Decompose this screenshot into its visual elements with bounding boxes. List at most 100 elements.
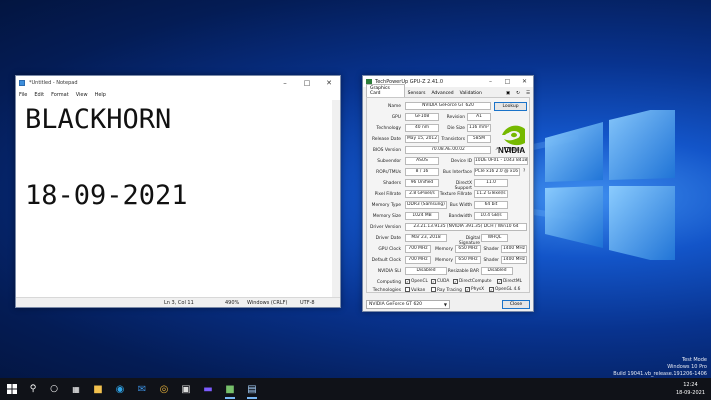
notepad-text-area[interactable]: BLACKHORN 18-09-2021: [16, 100, 332, 297]
clock-date: 18-09-2021: [675, 390, 705, 396]
default-memory-label: Memory: [435, 258, 453, 263]
cuda-checkbox[interactable]: ✓ CUDA: [431, 279, 449, 284]
tab-graphics-card[interactable]: Graphics Card: [366, 84, 405, 97]
opencl-checkbox[interactable]: ✓ OpenCL: [405, 279, 428, 284]
memory-size-value: 1024 MB: [405, 212, 439, 220]
shader-clock-label: Shader: [483, 247, 499, 252]
bus-interface-label: Bus Interface: [442, 170, 472, 175]
menu-edit[interactable]: Edit: [34, 92, 44, 98]
maximize-button[interactable]: □: [499, 78, 516, 85]
lookup-button[interactable]: Lookup: [494, 102, 527, 111]
revision-label: Revision: [446, 115, 465, 120]
check-icon: ✓: [431, 279, 436, 284]
bus-interface-value: PCIe x16 2.0 @ x16 2.0: [474, 168, 520, 176]
store-icon[interactable]: ▣: [179, 382, 193, 396]
vertical-scrollbar[interactable]: [332, 100, 340, 297]
die-size-label: Die Size: [447, 126, 465, 131]
notepad-menubar: File Edit Format View Help: [16, 90, 340, 100]
opengl-label: OpenGL 4.6: [495, 287, 521, 292]
default-clock-label: Default Clock: [371, 258, 401, 263]
mail-icon[interactable]: ✉: [135, 382, 149, 396]
file-explorer-icon[interactable]: ■: [91, 382, 105, 396]
menu-icon[interactable]: ☰: [523, 90, 533, 97]
transistors-value: 585M: [467, 135, 491, 143]
notepad-taskbar-icon[interactable]: ▤: [245, 382, 259, 399]
texture-fillrate-label: Texture Fillrate: [439, 192, 472, 197]
taskbar: ⚲ ○ ▦ ■ ◉ ✉ ◎ ▣ ▬ ■ ▤ 12:24 18-09-2021: [0, 378, 711, 400]
driver-date-label: Driver Date: [375, 236, 401, 241]
revision-value: A1: [467, 113, 491, 121]
menu-format[interactable]: Format: [51, 92, 69, 98]
minimize-button[interactable]: –: [274, 79, 296, 87]
chrome-icon[interactable]: ◎: [157, 382, 171, 396]
clock[interactable]: 12:24 18-09-2021: [676, 381, 705, 397]
chevron-down-icon: ▼: [443, 302, 447, 307]
app-icon[interactable]: ▬: [201, 382, 215, 396]
gpuz-window[interactable]: TechPowerUp GPU-Z 2.41.0 – □ ✕ Graphics …: [362, 75, 534, 312]
notepad-title: *Untitled - Notepad: [29, 80, 78, 86]
physx-checkbox[interactable]: ✓ PhysX: [465, 287, 484, 292]
memory-type-value: DDR3 (Samsung): [405, 201, 447, 209]
shader-clock-value: 1400 MHz: [501, 245, 527, 253]
notepad-icon: [19, 80, 25, 86]
close-button[interactable]: ✕: [516, 78, 533, 85]
default-shader-value: 1400 MHz: [501, 256, 527, 264]
menu-view[interactable]: View: [76, 92, 88, 98]
maximize-button[interactable]: □: [296, 79, 318, 87]
bus-help-icon[interactable]: ?: [523, 169, 525, 174]
device-id-label: Device ID: [450, 159, 472, 164]
opengl-checkbox[interactable]: ✓ OpenGL 4.6: [489, 287, 520, 292]
shaders-value: 96 Unified: [405, 179, 439, 187]
nvidia-logo: NVIDIA: [498, 125, 525, 155]
gpu-label: GPU: [391, 115, 401, 120]
notepad-window[interactable]: *Untitled - Notepad – □ ✕ File Edit Form…: [15, 75, 341, 308]
vulkan-label: Vulkan: [411, 288, 426, 293]
pixel-fillrate-label: Pixel Fillrate: [374, 192, 401, 197]
widgets-icon[interactable]: ▦: [69, 382, 83, 396]
menu-help[interactable]: Help: [95, 92, 106, 98]
search-icon[interactable]: ⚲: [26, 382, 40, 396]
watermark-line: Build 19041.vb_release.191206-1406: [613, 371, 707, 377]
camera-icon[interactable]: ▣: [503, 90, 513, 97]
gpuz-taskbar-icon[interactable]: ■: [223, 382, 237, 399]
pixel-fillrate-value: 2.8 GPixel/s: [405, 190, 439, 198]
opencl-label: OpenCL: [411, 279, 428, 284]
edge-icon[interactable]: ◉: [113, 382, 127, 396]
rops-tmus-label: ROPs/TMUs: [376, 170, 401, 175]
close-button[interactable]: ✕: [318, 79, 340, 87]
directcompute-checkbox[interactable]: ✓ DirectCompute: [453, 279, 491, 284]
check-icon: ✓: [497, 279, 502, 284]
checkbox-icon: [405, 287, 410, 292]
card-select-value: NVIDIA GeForce GT 620: [369, 302, 423, 307]
ray-tracing-checkbox[interactable]: Ray Tracing: [431, 287, 462, 293]
start-button[interactable]: [5, 382, 19, 396]
checkbox-icon: [431, 287, 436, 292]
card-select[interactable]: NVIDIA GeForce GT 620 ▼: [366, 300, 450, 309]
close-dialog-button[interactable]: Close: [502, 300, 530, 309]
vulkan-checkbox[interactable]: Vulkan: [405, 287, 425, 293]
status-position: Ln 3, Col 11: [164, 300, 194, 306]
release-date-value: May 15, 2012: [405, 135, 439, 143]
tab-sensors[interactable]: Sensors: [405, 90, 429, 97]
gpu-clock-label: GPU Clock: [378, 247, 401, 252]
check-icon: ✓: [465, 287, 470, 292]
subvendor-value: ASUS: [405, 157, 439, 165]
driver-date-value: Mar 23, 2018: [405, 234, 447, 242]
name-value: NVIDIA GeForce GT 620: [405, 102, 491, 110]
refresh-icon[interactable]: ↻: [513, 90, 523, 97]
tab-validation[interactable]: Validation: [457, 90, 485, 97]
digital-signature-value: WHQL: [481, 234, 508, 242]
die-size-value: 116 mm²: [467, 124, 491, 132]
tab-advanced[interactable]: Advanced: [428, 90, 456, 97]
minimize-button[interactable]: –: [482, 78, 499, 85]
directml-checkbox[interactable]: ✓ DirectML: [497, 279, 522, 284]
bandwidth-label: Bandwidth: [448, 214, 472, 219]
notepad-statusbar: Ln 3, Col 11 490% Windows (CRLF) UTF-8: [16, 297, 340, 307]
notepad-titlebar[interactable]: *Untitled - Notepad – □ ✕: [16, 76, 340, 90]
menu-file[interactable]: File: [19, 92, 27, 98]
sli-label: NVIDIA SLI: [377, 269, 401, 274]
check-icon: ✓: [405, 279, 410, 284]
task-view-icon[interactable]: ○: [47, 382, 61, 396]
rops-tmus-value: 8 / 16: [405, 168, 439, 176]
bios-version-value: 70.08.AE.00.02: [405, 146, 491, 154]
